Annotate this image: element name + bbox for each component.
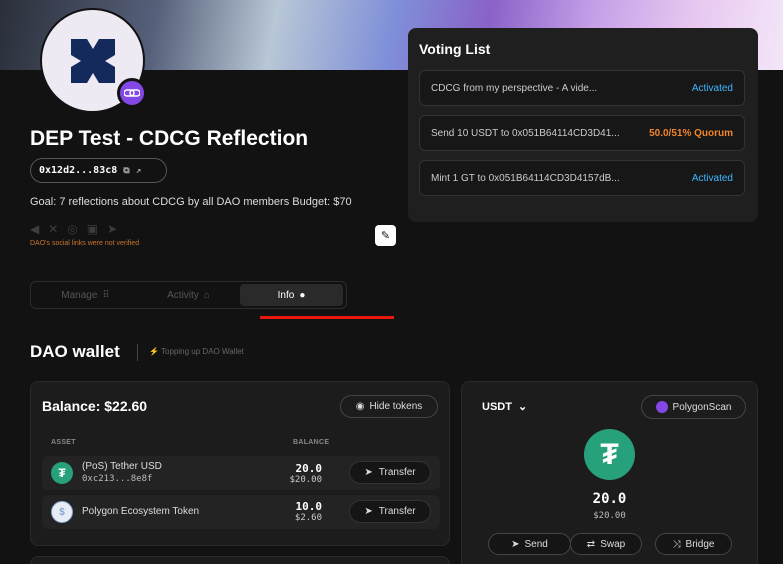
token-detail-card: USDT ⌄ PolygonScan ₮ 20.0 $20.00 ➤ Send … bbox=[461, 381, 758, 564]
external-link-icon[interactable]: ↗ bbox=[136, 166, 141, 176]
polygon-icon bbox=[655, 401, 668, 413]
vote-status: Activated bbox=[691, 172, 733, 184]
group-icon: ⠿ bbox=[102, 289, 110, 301]
swap-icon: ⇄ bbox=[586, 538, 596, 550]
secondary-card bbox=[30, 556, 450, 564]
x-icon[interactable]: ✕ bbox=[48, 222, 58, 236]
transfer-label: Transfer bbox=[378, 506, 416, 517]
send-icon: ➤ bbox=[364, 506, 373, 517]
website-icon[interactable]: ◎ bbox=[67, 222, 77, 236]
vote-item[interactable]: Mint 1 GT to 0x051B64114CD3D4157dB... Ac… bbox=[419, 160, 745, 196]
token-balance: 20.0 $20.00 bbox=[289, 462, 322, 485]
transfer-button[interactable]: ➤ Transfer bbox=[349, 461, 431, 484]
lightning-icon: ⚡ bbox=[149, 347, 159, 356]
voting-list-panel: Voting List CDCG from my perspective - A… bbox=[408, 28, 758, 222]
tab-manage-label: Manage bbox=[61, 289, 98, 301]
dao-title: DEP Test - CDCG Reflection bbox=[30, 127, 309, 150]
dao-logo-icon bbox=[70, 38, 115, 83]
polygon-chain-icon bbox=[117, 78, 147, 108]
discord-icon[interactable]: ▣ bbox=[87, 222, 98, 236]
col-asset-header: ASSET bbox=[51, 439, 76, 446]
col-balance-header: BALANCE bbox=[293, 439, 330, 446]
bridge-label: Bridge bbox=[685, 538, 715, 550]
token-name: Polygon Ecosystem Token bbox=[82, 506, 200, 517]
token-address: 0xc213...8e8f bbox=[82, 474, 153, 484]
send-icon: ➤ bbox=[511, 538, 520, 550]
vote-item-text: Mint 1 GT to 0x051B64114CD3D4157dB... bbox=[431, 172, 620, 184]
token-amount: 20.0 bbox=[295, 462, 323, 475]
transfer-label: Transfer bbox=[378, 467, 416, 478]
tab-activity[interactable]: Activity ⌂ bbox=[137, 284, 240, 306]
tab-activity-label: Activity bbox=[167, 289, 199, 301]
tab-info[interactable]: Info ● bbox=[240, 284, 343, 306]
active-tab-indicator bbox=[260, 316, 394, 319]
polygon-icon: $ bbox=[51, 501, 73, 523]
info-icon: ● bbox=[299, 289, 306, 301]
token-row[interactable]: ₮ (PoS) Tether USD 0xc213...8e8f 20.0 $2… bbox=[42, 456, 440, 490]
hide-tokens-button[interactable]: ◉ Hide tokens bbox=[340, 395, 438, 418]
send-label: Send bbox=[524, 538, 548, 550]
swap-label: Swap bbox=[600, 538, 626, 550]
dao-address: 0x12d2...83c8 bbox=[39, 165, 118, 176]
selected-token: USDT bbox=[482, 400, 512, 413]
token-amount: 10.0 bbox=[295, 500, 323, 513]
dao-goal: Goal: 7 reflections about CDCG by all DA… bbox=[30, 196, 352, 208]
token-usd: $20.00 bbox=[289, 475, 322, 485]
balance-title: Balance: $22.60 bbox=[42, 398, 148, 414]
home-icon: ⌂ bbox=[203, 289, 210, 301]
eye-off-icon: ◉ bbox=[355, 401, 365, 412]
vote-item-text: CDCG from my perspective - A vide... bbox=[431, 82, 598, 94]
telegram-icon[interactable]: ➤ bbox=[107, 222, 117, 236]
dao-tabs: Manage ⠿ Activity ⌂ Info ● bbox=[30, 281, 347, 309]
token-row[interactable]: $ Polygon Ecosystem Token 10.0 $2.60 ➤ T… bbox=[42, 495, 440, 529]
send-button[interactable]: ➤ Send bbox=[488, 533, 571, 555]
hide-tokens-label: Hide tokens bbox=[369, 401, 423, 412]
tether-icon: ₮ bbox=[51, 462, 73, 484]
wallet-title: DAO wallet bbox=[30, 342, 120, 361]
send-icon: ➤ bbox=[364, 467, 373, 478]
balance-card: Balance: $22.60 ◉ Hide tokens ASSET BALA… bbox=[30, 381, 450, 546]
pencil-icon: ✎ bbox=[380, 230, 391, 242]
divider bbox=[137, 344, 138, 361]
token-select[interactable]: USDT ⌄ bbox=[482, 400, 528, 414]
vote-status: Activated bbox=[691, 82, 733, 94]
token-amount: 20.0 bbox=[592, 491, 627, 507]
voting-list-title: Voting List bbox=[419, 41, 491, 57]
polygonscan-label: PolygonScan bbox=[672, 401, 732, 413]
vote-item[interactable]: CDCG from my perspective - A vide... Act… bbox=[419, 70, 745, 106]
shuffle-icon: ⤨ bbox=[672, 538, 681, 550]
token-usd: $2.60 bbox=[294, 513, 322, 523]
token-name: (PoS) Tether USD bbox=[82, 461, 162, 472]
dao-address-pill[interactable]: 0x12d2...83c8 ⧉ ↗ bbox=[30, 158, 167, 183]
token-balance: 10.0 $2.60 bbox=[295, 500, 322, 523]
swap-button[interactable]: ⇄ Swap bbox=[570, 533, 642, 555]
vote-item[interactable]: Send 10 USDT to 0x051B64114CD3D41... 50.… bbox=[419, 115, 745, 151]
token-usd: $20.00 bbox=[593, 511, 626, 521]
megaphone-icon[interactable]: ◀ bbox=[30, 222, 39, 236]
tether-icon: ₮ bbox=[584, 429, 635, 480]
polygonscan-button[interactable]: PolygonScan bbox=[641, 395, 746, 419]
wallet-topup-label: Topping up DAO Wallet bbox=[161, 347, 244, 356]
social-links: ◀ ✕ ◎ ▣ ➤ bbox=[30, 222, 117, 236]
wallet-topup-link[interactable]: ⚡ Topping up DAO Wallet bbox=[149, 347, 244, 356]
vote-status: 50.0/51% Quorum bbox=[649, 127, 733, 139]
copy-icon[interactable]: ⧉ bbox=[123, 166, 129, 176]
transfer-button[interactable]: ➤ Transfer bbox=[349, 500, 431, 523]
edit-dao-button[interactable]: ✎ bbox=[375, 225, 396, 246]
social-warning: DAO's social links were not verified bbox=[30, 240, 140, 247]
chevron-down-icon: ⌄ bbox=[517, 401, 528, 413]
tab-manage[interactable]: Manage ⠿ bbox=[34, 284, 137, 306]
bridge-button[interactable]: ⤨ Bridge bbox=[655, 533, 732, 555]
vote-item-text: Send 10 USDT to 0x051B64114CD3D41... bbox=[431, 127, 620, 139]
tab-info-label: Info bbox=[277, 289, 295, 301]
